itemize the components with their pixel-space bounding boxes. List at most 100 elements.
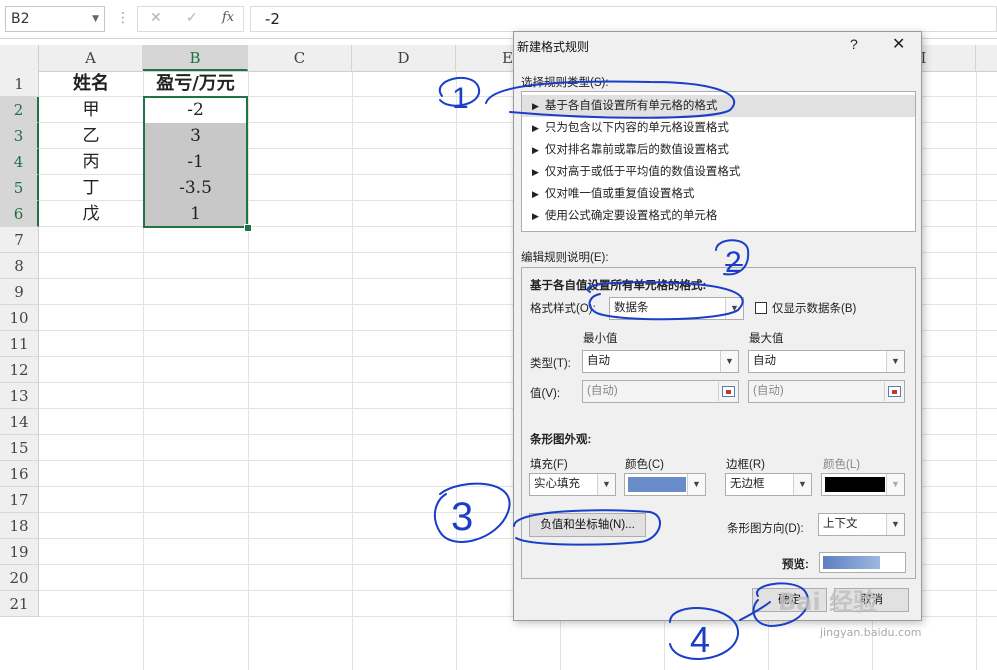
row-header[interactable]: 1 [0,71,39,97]
annotation-number: 4 [690,619,710,660]
fill-label: 填充(F) [530,459,568,471]
cell-b3[interactable]: 3 [143,123,248,149]
chevron-down-icon[interactable]: ▼ [597,474,615,495]
enter-icon[interactable]: ✓ [186,10,198,26]
fill-select[interactable]: 实心填充 ▼ [529,473,616,496]
row-header[interactable]: 5 [0,175,39,201]
max-value-input[interactable]: (自动) [748,380,905,403]
cell-a6[interactable]: 戊 [39,201,143,227]
format-style-select[interactable]: 数据条 ▼ [609,297,744,320]
cell-a2[interactable]: 甲 [39,97,143,123]
row-header[interactable]: 4 [0,149,39,175]
formula-input[interactable]: -2 [250,6,997,32]
row-header[interactable]: 2 [0,97,39,123]
row-header[interactable]: 18 [0,513,39,539]
chevron-down-icon[interactable]: ▼ [886,474,904,495]
format-style-label: 格式样式(O): [530,303,596,315]
chevron-down-icon[interactable]: ▼ [793,474,811,495]
range-select-icon[interactable] [718,382,737,401]
select-all-corner[interactable] [0,45,39,71]
triangle-right-icon: ▶ [532,211,539,221]
formula-bar-separator: ⋮ [116,10,130,26]
cell-a3[interactable]: 乙 [39,123,143,149]
name-box[interactable]: B2 ▼ [5,6,105,32]
row-header[interactable]: 8 [0,253,39,279]
chevron-down-icon[interactable]: ▼ [886,351,904,372]
cell-a4[interactable]: 丙 [39,149,143,175]
annotation-number: 1 [452,82,469,115]
row-header[interactable]: 9 [0,279,39,305]
negative-value-axis-button[interactable]: 负值和坐标轴(N)... [529,513,646,537]
row-header[interactable]: 11 [0,331,39,357]
fill-handle[interactable] [244,224,252,232]
chevron-down-icon[interactable]: ▼ [720,351,738,372]
row-header[interactable]: 21 [0,591,39,617]
border-color-label: 颜色(L) [823,459,861,471]
cell-b1[interactable]: 盈亏/万元 [143,71,248,97]
min-value-text: (自动) [587,385,618,397]
name-box-value: B2 [11,11,30,27]
rule-type-item[interactable]: ▶ 仅对排名靠前或靠后的数值设置格式 [522,139,915,161]
select-rule-type-label: 选择规则类型(S): [521,77,609,89]
column-header-d[interactable]: D [352,45,456,71]
cell-b4[interactable]: -1 [143,149,248,175]
help-icon[interactable]: ? [850,36,858,52]
bar-direction-label: 条形图方向(D): [727,523,804,535]
edit-rule-label: 编辑规则说明(E): [521,252,609,264]
row-header[interactable]: 20 [0,565,39,591]
border-select[interactable]: 无边框 ▼ [725,473,812,496]
triangle-right-icon: ▶ [532,167,539,177]
row-header[interactable]: 7 [0,227,39,253]
cell-a5[interactable]: 丁 [39,175,143,201]
cell-a1[interactable]: 姓名 [39,71,143,97]
row-header[interactable]: 19 [0,539,39,565]
row-header[interactable]: 17 [0,487,39,513]
min-type-select[interactable]: 自动 ▼ [582,350,739,373]
border-color-picker[interactable]: ▼ [821,473,905,496]
rule-type-item[interactable]: ▶ 仅对唯一值或重复值设置格式 [522,183,915,205]
chevron-down-icon[interactable]: ▼ [687,474,705,495]
row-header[interactable]: 3 [0,123,39,149]
row-header[interactable]: 16 [0,461,39,487]
cell-b2[interactable]: -2 [143,97,248,123]
close-icon[interactable]: ✕ [892,34,905,54]
annotation-circle [438,76,481,107]
rule-type-item[interactable]: ▶ 基于各自值设置所有单元格的格式 [522,95,915,117]
max-label: 最大值 [749,333,784,345]
annotation-number: 3 [451,495,473,539]
border-value: 无边框 [730,478,765,490]
triangle-right-icon: ▶ [532,123,539,133]
dialog-title: 新建格式规则 [517,40,590,54]
rule-type-item[interactable]: ▶ 只为包含以下内容的单元格设置格式 [522,117,915,139]
chevron-down-icon[interactable]: ▼ [725,298,743,319]
row-header[interactable]: 12 [0,357,39,383]
rule-type-label: 仅对排名靠前或靠后的数值设置格式 [544,144,729,156]
row-header[interactable]: 13 [0,383,39,409]
watermark-url: jingyan.baidu.com [820,626,922,639]
max-type-select[interactable]: 自动 ▼ [748,350,905,373]
show-bar-only-checkbox[interactable] [755,302,767,314]
rule-type-label: 使用公式确定要设置格式的单元格 [544,210,718,222]
row-header[interactable]: 14 [0,409,39,435]
bar-direction-select[interactable]: 上下文 ▼ [818,513,905,536]
column-header-c[interactable]: C [248,45,352,71]
row-header[interactable]: 15 [0,435,39,461]
fill-color-picker[interactable]: ▼ [624,473,706,496]
column-header-b[interactable]: B [143,45,248,71]
row-header[interactable]: 6 [0,201,39,227]
border-label: 边框(R) [726,459,765,471]
min-label: 最小值 [583,333,618,345]
cell-b5[interactable]: -3.5 [143,175,248,201]
column-header-a[interactable]: A [39,45,143,71]
row-header[interactable]: 10 [0,305,39,331]
range-select-icon[interactable] [884,382,903,401]
min-value-input[interactable]: (自动) [582,380,739,403]
fill-value: 实心填充 [534,478,580,490]
chevron-down-icon[interactable]: ▼ [92,7,99,31]
cancel-icon[interactable]: ✕ [150,10,162,26]
chevron-down-icon[interactable]: ▼ [886,514,904,535]
insert-function-icon[interactable]: fx [222,10,234,25]
rule-type-item[interactable]: ▶ 使用公式确定要设置格式的单元格 [522,205,915,227]
cell-b6[interactable]: 1 [143,201,248,227]
rule-type-item[interactable]: ▶ 仅对高于或低于平均值的数值设置格式 [522,161,915,183]
